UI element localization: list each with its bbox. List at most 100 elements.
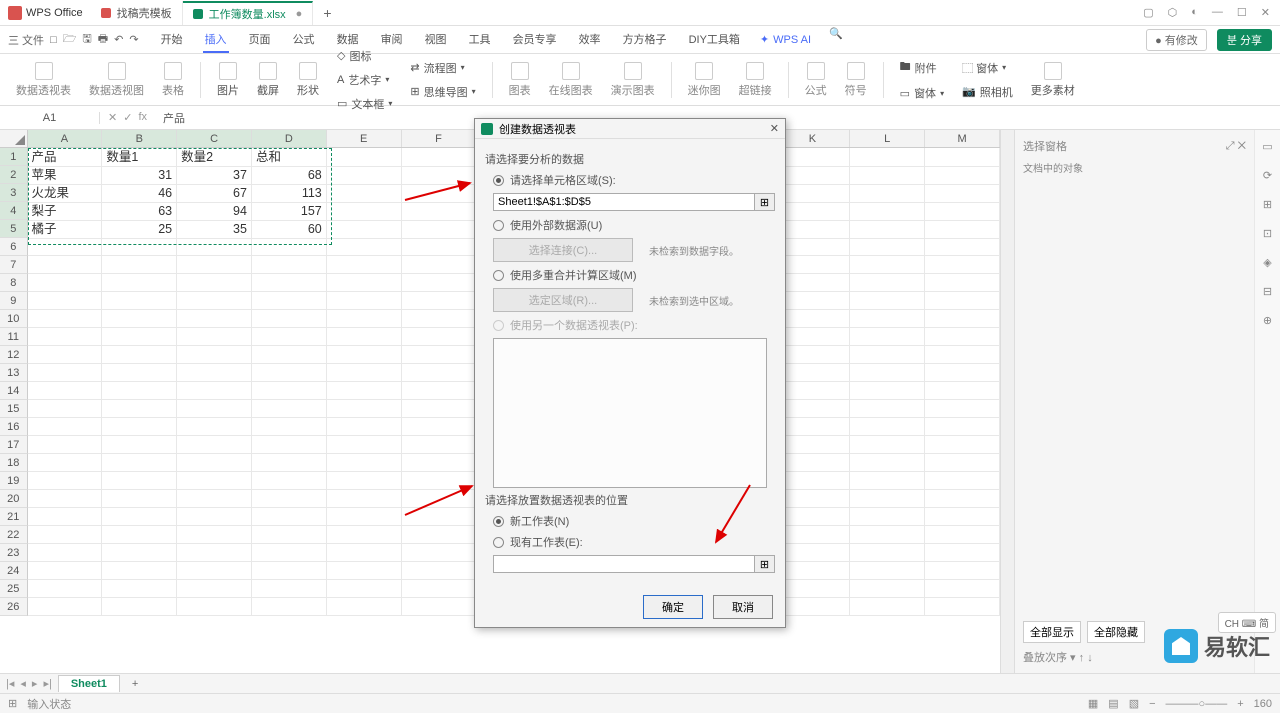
new-icon[interactable]: □ (50, 34, 57, 46)
radio-existing-sheet[interactable]: 现有工作表(E): (493, 534, 775, 550)
cell[interactable] (850, 346, 925, 364)
chart-button[interactable]: 图表 (503, 60, 537, 100)
wordart-button[interactable]: A 艺术字▾ (331, 70, 398, 90)
cell[interactable] (402, 544, 477, 562)
cell[interactable] (252, 454, 327, 472)
cell[interactable] (925, 292, 1000, 310)
cell[interactable] (776, 562, 851, 580)
cell[interactable] (327, 562, 402, 580)
cell[interactable] (925, 436, 1000, 454)
cell[interactable] (252, 562, 327, 580)
cell[interactable] (177, 526, 252, 544)
cell[interactable]: 157 (252, 202, 327, 221)
cell[interactable]: 35 (177, 220, 252, 239)
cell[interactable] (776, 472, 851, 490)
cell[interactable] (850, 328, 925, 346)
cell[interactable] (402, 292, 477, 310)
row-header[interactable]: 9 (0, 292, 28, 310)
cell[interactable] (402, 580, 477, 598)
cell[interactable] (925, 490, 1000, 508)
cell[interactable] (925, 418, 1000, 436)
cell[interactable] (327, 346, 402, 364)
cell[interactable] (327, 436, 402, 454)
table-button[interactable]: 表格 (156, 60, 190, 100)
tool-icon[interactable]: ⊞ (1263, 198, 1272, 211)
cell[interactable] (177, 256, 252, 274)
cell[interactable] (28, 580, 103, 598)
cell[interactable]: 梨子 (28, 202, 103, 221)
cell[interactable] (402, 562, 477, 580)
cell[interactable] (252, 328, 327, 346)
cell[interactable] (177, 274, 252, 292)
radio-new-sheet[interactable]: 新工作表(N) (493, 513, 775, 529)
zoom-out-icon[interactable]: − (1149, 698, 1155, 710)
row-header[interactable]: 16 (0, 418, 28, 436)
sheet-next-icon[interactable]: ▸ (32, 677, 38, 690)
cell[interactable] (177, 436, 252, 454)
cell[interactable] (177, 472, 252, 490)
cell[interactable] (776, 220, 851, 239)
cell[interactable] (402, 346, 477, 364)
tool-icon[interactable]: ◈ (1263, 256, 1271, 269)
cell[interactable] (102, 274, 177, 292)
cell[interactable] (402, 310, 477, 328)
layout-icon[interactable]: ⊞ (8, 697, 17, 710)
cell[interactable] (850, 526, 925, 544)
cell[interactable] (925, 328, 1000, 346)
cell[interactable] (327, 292, 402, 310)
pivot-chart-button[interactable]: 数据透视图 (83, 60, 150, 100)
radio-multi-range[interactable]: 使用多重合并计算区域(M) (493, 267, 775, 283)
cell[interactable] (102, 580, 177, 598)
cell[interactable] (850, 508, 925, 526)
row-header[interactable]: 15 (0, 400, 28, 418)
cell[interactable] (850, 166, 925, 185)
row-header[interactable]: 14 (0, 382, 28, 400)
cell[interactable] (177, 382, 252, 400)
row-header[interactable]: 8 (0, 274, 28, 292)
hyperlink-button[interactable]: 超链接 (733, 60, 778, 100)
cell[interactable]: 橘子 (28, 220, 103, 239)
cell[interactable] (776, 238, 851, 256)
cell[interactable] (327, 418, 402, 436)
panel-pin-icon[interactable]: ⤢ (1226, 140, 1235, 152)
online-chart-button[interactable]: 在线图表 (543, 60, 599, 100)
row-header[interactable]: 24 (0, 562, 28, 580)
cell[interactable] (776, 580, 851, 598)
cell[interactable] (402, 256, 477, 274)
screenshot-button[interactable]: 截屏 (251, 60, 285, 100)
cell[interactable] (776, 508, 851, 526)
col-header[interactable]: M (925, 130, 1000, 147)
cell[interactable]: 产品 (28, 148, 103, 167)
cell[interactable] (177, 580, 252, 598)
cell[interactable] (925, 346, 1000, 364)
cell[interactable] (28, 508, 103, 526)
cell[interactable] (402, 364, 477, 382)
camera-button[interactable]: 📷 照相机 (956, 82, 1019, 102)
cell[interactable] (776, 364, 851, 382)
cell[interactable] (402, 598, 477, 616)
cell[interactable] (850, 364, 925, 382)
cell[interactable] (28, 274, 103, 292)
menu-view[interactable]: 视图 (423, 27, 449, 53)
cell[interactable] (850, 310, 925, 328)
cell[interactable] (850, 238, 925, 256)
cell[interactable]: 46 (102, 184, 177, 203)
cell[interactable] (327, 184, 402, 203)
undo-icon[interactable]: ↶ (114, 33, 123, 46)
cell[interactable]: 113 (252, 184, 327, 203)
cell[interactable] (776, 274, 851, 292)
select-all-corner[interactable] (0, 130, 28, 147)
cell[interactable]: 数量1 (102, 148, 177, 167)
equation-button[interactable]: 公式 (799, 60, 833, 100)
row-header[interactable]: 20 (0, 490, 28, 508)
cell[interactable] (776, 598, 851, 616)
menu-start[interactable]: 开始 (159, 27, 185, 53)
icon-button[interactable]: ◇ 图标 (331, 46, 398, 66)
tool-icon[interactable]: ▭ (1262, 140, 1272, 153)
cell[interactable] (850, 454, 925, 472)
row-header[interactable]: 10 (0, 310, 28, 328)
col-header[interactable]: E (327, 130, 402, 147)
row-header[interactable]: 6 (0, 238, 28, 256)
cell[interactable] (776, 382, 851, 400)
tool-icon[interactable]: ⊕ (1263, 314, 1272, 327)
